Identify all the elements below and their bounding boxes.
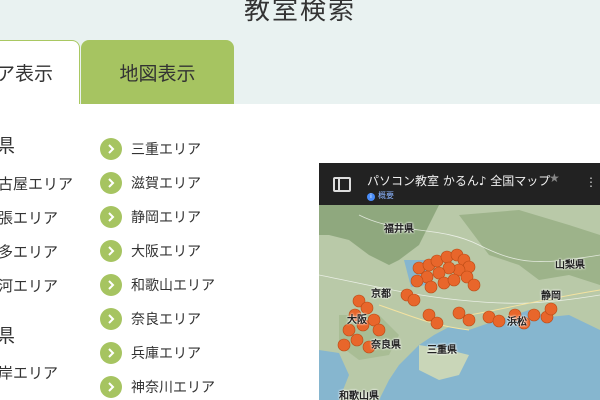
chevron-right-icon [100,308,122,330]
area-label: 滋賀エリア [131,176,201,192]
map-title[interactable]: パソコン教室 かるん♪ 全国マップ [367,172,550,189]
embedded-map[interactable]: パソコン教室 かるん♪ 全国マップ ★ ⋮ i 概要 福井県 京都 静岡 山梨県 … [319,163,600,400]
area-link-shizuoka[interactable]: 静岡エリア [100,205,201,229]
info-icon: i [367,193,375,201]
area-label: 兵庫エリア [131,346,201,362]
area-link-wakayama[interactable]: 和歌山エリア [100,273,215,297]
chevron-right-icon [100,376,122,398]
area-label: 三重エリア [131,142,201,158]
chevron-right-icon [100,172,122,194]
area-label: 奈良エリア [131,312,201,328]
map-terrain [319,205,600,400]
map-subtitle[interactable]: i 概要 [367,190,394,201]
chevron-right-icon [100,240,122,262]
prefecture-heading: 県 [0,135,16,157]
area-link-hyogo[interactable]: 兵庫エリア [100,341,201,365]
map-place-label: 浜松 [507,317,527,328]
map-place-label: 和歌山県 [339,391,379,400]
area-label: 和歌山エリア [131,278,215,294]
chevron-right-icon [100,342,122,364]
area-label: 静岡エリア [131,210,201,226]
map-place-label: 三重県 [427,345,457,356]
tab-map-label: 地図表示 [119,62,196,85]
map-place-label: 奈良県 [371,340,401,351]
map-place-label: 大阪 [347,315,367,326]
map-toolbar: パソコン教室 かるん♪ 全国マップ ★ ⋮ i 概要 [319,163,600,205]
chevron-right-icon [100,274,122,296]
map-place-label: 京都 [371,289,391,300]
tab-area-label: ア表示 [0,63,53,85]
area-link-mie[interactable]: 三重エリア [100,137,201,161]
chevron-right-icon [100,206,122,228]
area-link-left[interactable]: 古屋エリア [0,173,73,194]
page-title: 教室検索 [243,0,356,26]
prefecture-heading: 県 [0,325,16,347]
area-link-left[interactable]: 張エリア [0,207,58,228]
map-place-label: 福井県 [384,224,414,235]
area-link-kanagawa[interactable]: 神奈川エリア [100,375,215,399]
star-icon[interactable]: ★ [549,171,560,185]
map-sidebar-icon[interactable] [333,177,351,192]
page-header: 教室検索 ア表示 地図表示 [0,0,600,104]
tab-area-view[interactable]: ア表示 [0,40,80,104]
area-link-nara[interactable]: 奈良エリア [100,307,201,331]
tab-map-view[interactable]: 地図表示 [81,40,234,104]
area-label: 大阪エリア [131,244,201,260]
map-place-label: 静岡 [541,291,561,302]
area-label: 神奈川エリア [131,380,215,396]
area-link-left[interactable]: 岸エリア [0,362,58,383]
share-icon[interactable]: ⋮ [585,175,597,189]
area-link-left[interactable]: 多エリア [0,241,58,262]
chevron-right-icon [100,138,122,160]
map-place-label: 山梨県 [555,260,585,271]
area-link-left[interactable]: 河エリア [0,275,58,296]
area-link-shiga[interactable]: 滋賀エリア [100,171,201,195]
area-link-osaka[interactable]: 大阪エリア [100,239,201,263]
